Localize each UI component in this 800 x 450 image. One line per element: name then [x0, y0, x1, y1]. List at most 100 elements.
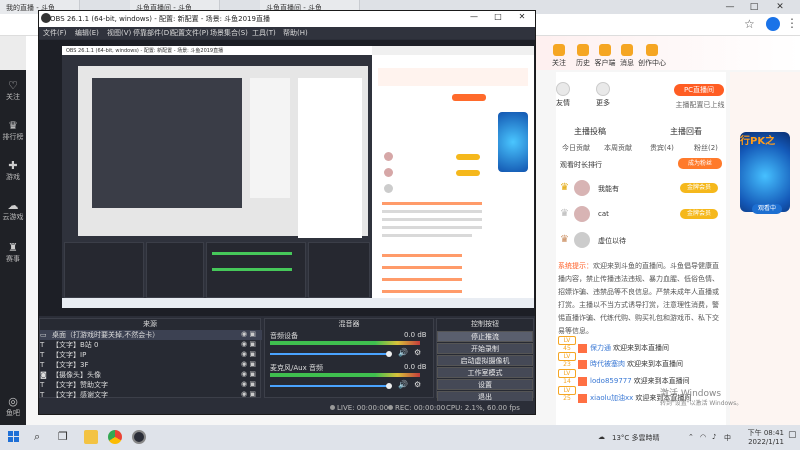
start-recording-button[interactable]: 开始录制	[437, 343, 533, 354]
browser-close-icon[interactable]: ✕	[770, 0, 790, 14]
menu-docks[interactable]: 停靠部件(D)	[133, 28, 172, 38]
chrome-icon[interactable]	[108, 430, 122, 444]
source-item[interactable]: T 【文字】B站 0 ◉ ▣	[40, 340, 262, 350]
nav-follow[interactable]: 关注	[548, 44, 570, 68]
sidebar-item-rank[interactable]: ♛ 排行榜	[0, 120, 26, 142]
chat-message: LV 45 保力通 欢迎来到本直播间	[558, 336, 724, 353]
source-item[interactable]: ▭ 桌面（打游戏时要关掉,不然会卡） ◉ ▣	[40, 330, 262, 340]
friends-button[interactable]: 友情	[552, 82, 574, 108]
obs-taskbar-icon[interactable]	[132, 430, 146, 444]
sidebar-item-events[interactable]: ♜ 赛事	[0, 242, 26, 264]
mixer-dock-title: 混音器	[338, 320, 360, 328]
visibility-lock-icons[interactable]: ◉ ▣	[241, 340, 256, 348]
subtab-fans[interactable]: 粉丝(2)	[694, 143, 718, 153]
subtab-today[interactable]: 今日贡献	[562, 143, 590, 153]
source-item[interactable]: ◙ 【摄像头】头像 ◉ ▣	[40, 370, 262, 380]
virtual-camera-button[interactable]: 启动虚拟摄像机	[437, 355, 533, 366]
volume-icon[interactable]: ♪	[712, 433, 716, 441]
subtab-vip[interactable]: 贵宾(4)	[650, 143, 674, 153]
fan-badge-icon	[578, 376, 587, 386]
promo-watch-button[interactable]: 观看中	[752, 204, 782, 214]
menu-help[interactable]: 帮助(H)	[283, 28, 308, 38]
speaker-icon[interactable]: 🔊	[398, 348, 408, 357]
client-icon	[599, 44, 611, 56]
pc-room-button[interactable]: PC直播间	[674, 84, 724, 96]
clock-icon	[577, 44, 589, 56]
menu-scene-collection[interactable]: 场景集合(S)	[210, 28, 248, 38]
preview-pc-button	[452, 94, 486, 101]
menu-edit[interactable]: 编辑(E)	[75, 28, 99, 38]
menu-view[interactable]: 视图(V)	[107, 28, 131, 38]
visibility-lock-icons[interactable]: ◉ ▣	[241, 360, 256, 368]
preview-sys-line	[382, 210, 482, 213]
clock-date[interactable]: 2022/1/11	[740, 438, 784, 446]
nav-history[interactable]: 历史	[572, 44, 594, 68]
nav-messages[interactable]: 消息	[616, 44, 638, 68]
source-item[interactable]: T 【文字】IP ◉ ▣	[40, 350, 262, 360]
network-icon[interactable]: ☁	[598, 433, 605, 441]
audio-meter	[270, 373, 420, 377]
visibility-lock-icons[interactable]: ◉ ▣	[241, 370, 256, 378]
task-view-icon[interactable]: ❐	[58, 430, 72, 444]
source-item[interactable]: T 【文字】感谢文字 ◉ ▣	[40, 390, 262, 400]
promo-column	[730, 72, 800, 425]
tab-submissions[interactable]: 主播投稿	[574, 126, 606, 137]
studio-mode-button[interactable]: 工作室模式	[437, 367, 533, 378]
settings-button[interactable]: 设置	[437, 379, 533, 390]
more-button[interactable]: 更多	[592, 82, 614, 108]
sidebar-item-fish-bar[interactable]: ◎ 鱼吧	[0, 396, 26, 418]
rank-title: 观看时长排行	[560, 161, 602, 169]
sidebar-item-games[interactable]: ✚ 游戏	[0, 160, 26, 182]
weather-text[interactable]: 13°C 多雲時晴	[612, 433, 660, 443]
crown-gold-icon: ♛	[560, 182, 569, 193]
tray-arrow-icon[interactable]: ⌃	[688, 433, 694, 441]
sidebar-item-follow[interactable]: ♡ 关注	[0, 80, 26, 102]
become-fan-button[interactable]: 成为粉丝	[678, 158, 722, 169]
menu-profile[interactable]: 配置文件(P)	[171, 28, 209, 38]
menu-file[interactable]: 文件(F)	[43, 28, 67, 38]
nav-creator[interactable]: 创作中心	[638, 44, 666, 68]
source-item[interactable]: T 【文字】3F ◉ ▣	[40, 360, 262, 370]
visibility-lock-icons[interactable]: ◉ ▣	[241, 390, 256, 398]
browser-minimize-icon[interactable]: —	[720, 0, 740, 14]
volume-slider-knob[interactable]	[386, 351, 392, 357]
browser-maximize-icon[interactable]: □	[744, 0, 764, 14]
avatar	[574, 180, 590, 196]
nested-meter	[212, 268, 292, 271]
preview-avatar	[384, 168, 393, 177]
obs-close-icon[interactable]: ✕	[514, 12, 530, 21]
sidebar-item-cloud-game[interactable]: ☁ 云游戏	[0, 200, 26, 222]
visibility-lock-icons[interactable]: ◉ ▣	[241, 350, 256, 358]
gear-icon[interactable]: ⚙	[414, 380, 421, 389]
bookmark-star-icon[interactable]: ☆	[744, 17, 755, 31]
browser-menu-icon[interactable]: ⋮	[786, 16, 798, 30]
more-icon	[596, 82, 610, 96]
system-notice: 系统提示：欢迎来到斗鱼的直播间。斗鱼倡导健康直播内容，禁止传播违法违规、暴力血腥…	[558, 262, 719, 335]
nav-client[interactable]: 客户端	[594, 44, 616, 68]
crown-silver-icon: ♛	[560, 208, 569, 219]
wifi-icon[interactable]: ◠	[700, 433, 706, 441]
obs-maximize-icon[interactable]: □	[490, 12, 506, 21]
search-icon[interactable]: ⌕	[34, 430, 48, 444]
visibility-lock-icons[interactable]: ◉ ▣	[241, 330, 256, 338]
source-item[interactable]: T 【文字】赞助文字 ◉ ▣	[40, 380, 262, 390]
volume-slider[interactable]	[270, 353, 390, 355]
mixer-channel-db: 0.0 dB	[404, 363, 427, 371]
windows-start-icon[interactable]	[8, 431, 20, 443]
volume-slider[interactable]	[270, 385, 390, 387]
volume-slider-knob[interactable]	[386, 383, 392, 389]
creator-icon	[646, 44, 658, 56]
file-explorer-icon[interactable]	[84, 430, 98, 444]
obs-minimize-icon[interactable]: —	[466, 12, 482, 21]
menu-tools[interactable]: 工具(T)	[252, 28, 276, 38]
gear-icon[interactable]: ⚙	[414, 348, 421, 357]
profile-avatar-icon[interactable]	[766, 17, 780, 31]
tab-replay[interactable]: 主播回看	[670, 126, 702, 137]
notification-icon[interactable]: ▢	[788, 430, 797, 440]
speaker-icon[interactable]: 🔊	[398, 380, 408, 389]
clock-time[interactable]: 下午 08:41	[740, 428, 784, 438]
stop-streaming-button[interactable]: 停止推流	[437, 331, 533, 342]
visibility-lock-icons[interactable]: ◉ ▣	[241, 380, 256, 388]
ime-icon[interactable]: 中	[724, 433, 731, 443]
subtab-week[interactable]: 本周贡献	[604, 143, 632, 153]
